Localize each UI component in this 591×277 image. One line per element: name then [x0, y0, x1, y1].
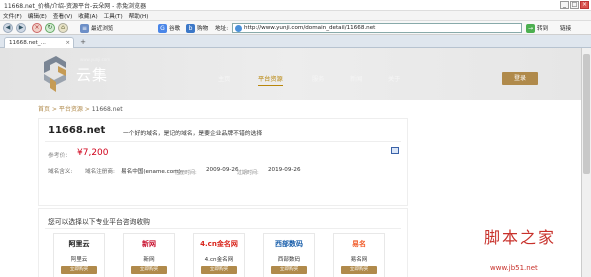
go-arrow-icon: → — [526, 23, 535, 33]
new-tab-button[interactable]: + — [78, 38, 88, 47]
menu-view[interactable]: 查看(V) — [53, 12, 72, 20]
shop-button[interactable]: b 购物 — [186, 23, 208, 33]
registrar-name: 新网 — [143, 257, 155, 263]
domain-slogan: 一个好的域名，是记的域名，是要企业品牌不错的选择 — [123, 131, 263, 137]
registrar-card-west[interactable]: 西部数码 西部数码 立即购买 — [263, 233, 315, 277]
xinnet-logo-icon: 新网 — [142, 240, 156, 248]
registrar-card-ename[interactable]: 易名 易名网 立即购买 — [333, 233, 385, 277]
buy-button[interactable]: 立即购买 — [271, 266, 307, 274]
go-label: 转到 — [537, 26, 549, 32]
address-bar[interactable]: http://www.yunji.com/domain_detail/11668… — [232, 23, 522, 33]
close-window-button[interactable]: × — [580, 1, 589, 9]
4cn-logo-icon: 4.cn金名网 — [200, 240, 238, 248]
links-button[interactable]: 链接 — [560, 23, 571, 33]
recent-label: 最近浏览 — [91, 26, 114, 32]
reg-time-value: 2009-09-26 — [206, 167, 239, 173]
consult-title: 您可以选择以下专业平台咨询收购 — [48, 218, 150, 226]
home-icon[interactable]: ⌂ — [58, 23, 68, 33]
consult-card: 您可以选择以下专业平台咨询收购 阿里云 阿里云 立即购买 新网 新网 立即购买 … — [38, 208, 408, 277]
reg-time-label: 注册时间: — [175, 170, 197, 176]
tab-label: 11668.net_... — [9, 40, 46, 46]
breadcrumb-home[interactable]: 首页 — [38, 106, 50, 113]
registrar-name: 西部数码 — [277, 257, 301, 263]
breadcrumb-separator: > — [50, 106, 59, 113]
recent-button[interactable]: ≡ 最近浏览 — [80, 23, 113, 33]
minimize-button[interactable]: _ — [560, 1, 569, 9]
west-logo-icon: 西部数码 — [275, 240, 303, 248]
divider — [45, 228, 401, 229]
login-button[interactable]: 登录 — [502, 72, 538, 85]
url-field[interactable]: http://www.yunji.com/domain_detail/11668… — [244, 25, 375, 31]
registrar-value: 易名中国(ename.com) — [121, 169, 181, 175]
shop-label: 购物 — [197, 26, 209, 32]
buy-button[interactable]: 立即购买 — [201, 266, 237, 274]
search-engine-icon: G — [158, 23, 167, 33]
nav-services[interactable]: 服务 — [312, 74, 324, 83]
breadcrumb-separator: > — [82, 106, 92, 113]
nav-home[interactable]: 主页 — [218, 74, 230, 83]
vertical-scrollbar[interactable] — [581, 48, 591, 277]
breadcrumb-section[interactable]: 平台资源 — [59, 106, 83, 113]
menu-bar: 文件(F) 编辑(E) 查看(V) 收藏(A) 工具(T) 帮助(H) — [0, 11, 591, 21]
registrar-name: 阿里云 — [70, 257, 88, 263]
menu-edit[interactable]: 编辑(E) — [28, 12, 47, 20]
shop-icon: b — [186, 23, 195, 33]
registrar-name: 易名网 — [350, 257, 368, 263]
meaning-label: 域名含义: — [48, 169, 73, 175]
nav-news[interactable]: 新闻 — [350, 74, 362, 83]
registrar-card-4cn[interactable]: 4.cn金名网 4.cn金名网 立即购买 — [193, 233, 245, 277]
window-titlebar: 11668.net_价格/介绍-资源平台-云朵网 - 赤兔浏览器 _ □ × — [0, 0, 591, 11]
nav-about[interactable]: 关于 — [388, 74, 400, 83]
stop-icon[interactable]: × — [32, 23, 42, 33]
nav-platform-resources[interactable]: 平台资源 — [258, 74, 283, 86]
buy-button[interactable]: 立即购买 — [61, 266, 97, 274]
tab-close-icon[interactable]: × — [65, 38, 70, 48]
logo-tagline: www.yunji.com — [80, 57, 111, 62]
watermark-url: www.jb51.net — [490, 264, 538, 272]
menu-help[interactable]: 帮助(H) — [129, 12, 149, 20]
window-title: 11668.net_价格/介绍-资源平台-云朵网 - 赤兔浏览器 — [4, 3, 147, 10]
price-label: 参考价: — [48, 153, 68, 159]
watermark-text: 脚本之家 — [484, 228, 557, 247]
go-button[interactable]: → 转到 — [526, 23, 548, 33]
search-label: 谷歌 — [169, 26, 181, 32]
exp-time-label: 过期时间: — [237, 170, 259, 176]
window-controls: _ □ × — [560, 1, 589, 9]
breadcrumb-current: 11668.net — [91, 106, 123, 113]
refresh-icon[interactable]: ↻ — [45, 23, 55, 33]
domain-info-card: 11668.net 一个好的域名，是记的域名，是要企业品牌不错的选择 参考价: … — [38, 118, 408, 206]
site-logo-icon[interactable] — [42, 54, 68, 94]
registrar-card-aliyun[interactable]: 阿里云 阿里云 立即购买 — [53, 233, 105, 277]
exp-time-value: 2019-09-26 — [268, 167, 301, 173]
domain-name: 11668.net — [48, 125, 106, 136]
address-label: 地址: — [215, 26, 229, 32]
maximize-button[interactable]: □ — [570, 1, 579, 9]
search-button[interactable]: G 谷歌 — [158, 23, 180, 33]
scrollbar-thumb[interactable] — [583, 54, 590, 174]
page-icon — [235, 24, 242, 32]
tab-active[interactable]: 11668.net_... × — [4, 37, 74, 48]
registrar-name: 4.cn金名网 — [204, 257, 234, 263]
back-button[interactable]: ◀ — [3, 23, 13, 33]
menu-favorites[interactable]: 收藏(A) — [78, 12, 97, 20]
site-header: www.yunji.com 云集 主页 平台资源 服务 新闻 关于 登录 — [0, 48, 581, 100]
registrar-label: 域名注册商: — [85, 169, 115, 175]
print-icon[interactable] — [391, 147, 399, 154]
price-value: ¥7,200 — [77, 148, 109, 158]
menu-tools[interactable]: 工具(T) — [104, 12, 123, 20]
registrar-card-xinnet[interactable]: 新网 新网 立即购买 — [123, 233, 175, 277]
browser-toolbar: ◀ ▶ × ↻ ⌂ ≡ 最近浏览 G 谷歌 b 购物 地址: http://ww… — [0, 21, 591, 35]
aliyun-logo-icon: 阿里云 — [68, 240, 90, 248]
buy-button[interactable]: 立即购买 — [131, 266, 167, 274]
forward-button[interactable]: ▶ — [16, 23, 26, 33]
menu-file[interactable]: 文件(F) — [3, 12, 22, 20]
divider — [45, 141, 401, 142]
buy-button[interactable]: 立即购买 — [341, 266, 377, 274]
tab-bar: 11668.net_... × + — [0, 35, 591, 48]
breadcrumb: 首页 > 平台资源 > 11668.net — [38, 104, 123, 113]
ename-logo-icon: 易名 — [352, 240, 366, 248]
recent-icon: ≡ — [80, 23, 89, 33]
site-logo-text: 云集 — [76, 66, 109, 84]
